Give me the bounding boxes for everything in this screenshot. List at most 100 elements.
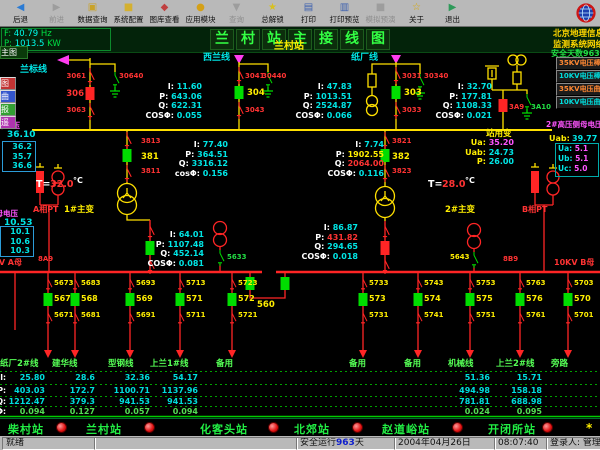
breaker-3a9[interactable]: [499, 99, 508, 112]
toolbar-button-label: 后退: [13, 14, 28, 25]
title-char: 接: [314, 29, 338, 50]
print-icon: ▤: [304, 2, 313, 14]
globe-logo-icon[interactable]: [576, 3, 596, 27]
breaker-567[interactable]: [44, 293, 53, 306]
toolbar-button-label: 总解锁: [261, 14, 284, 25]
station-button-0[interactable]: 柴村站: [8, 421, 44, 437]
title-char: 主: [288, 29, 312, 50]
station-status-light: [56, 422, 67, 433]
breaker-304[interactable]: [235, 86, 244, 99]
breaker-562[interactable]: [381, 241, 390, 255]
toolbar-button-simulate[interactable]: ■模拟预演: [364, 1, 397, 26]
status-date: 2004年04月26日: [394, 437, 496, 450]
breaker-574[interactable]: [414, 293, 423, 306]
toolbar-button-label: 应用模块: [186, 14, 216, 25]
library-icon: ◆: [161, 2, 169, 14]
right-panel-button-1[interactable]: 10KV电压棒图: [556, 70, 600, 83]
toolbar-button-library-view[interactable]: ◆图库查看: [148, 1, 181, 26]
stations-star: *: [586, 421, 592, 435]
toolbar-button-query[interactable]: ▼查询: [220, 1, 253, 26]
station-button-4[interactable]: 赵道峪站: [382, 421, 430, 437]
right-panel-button-0[interactable]: 35KV电压棒图: [556, 57, 600, 70]
breaker-306[interactable]: [86, 87, 95, 100]
breaker-560b[interactable]: [281, 277, 290, 290]
config-icon: ■: [124, 2, 133, 14]
breaker-561[interactable]: [146, 241, 155, 255]
right-panel-button-3[interactable]: 10KV电压曲线: [556, 96, 600, 109]
station-button-1[interactable]: 兰村站: [86, 421, 122, 437]
breaker-570[interactable]: [564, 293, 573, 306]
vendor-line1: 北京地理信息系统: [553, 29, 600, 40]
status-bar: 就绪 安全运行963天 2004年04月26日 08:07:40 登录人: 管理…: [0, 436, 600, 450]
toolbar-button-print-preview[interactable]: ▥打印预览: [328, 1, 361, 26]
toolbar-button-forward[interactable]: ▶前进: [40, 1, 73, 26]
breaker-569[interactable]: [126, 293, 135, 306]
station-status-light: [144, 422, 155, 433]
status-spacer: [94, 437, 298, 450]
station-status-light: [542, 422, 553, 433]
status-login: 登录人: 管理员: [546, 437, 600, 450]
status-time: 08:07:40: [494, 437, 548, 450]
breaker-576[interactable]: [516, 293, 525, 306]
modules-icon: ●: [196, 2, 205, 14]
toolbar-button-system-config[interactable]: ■系统配置: [112, 1, 145, 26]
station-nav-bar: 柴村站 兰村站 化客头站 北郊站 赵道峪站 开闭所站 *: [0, 418, 600, 437]
toolbar-button-label: 系统配置: [114, 14, 144, 25]
database-icon: ▣: [88, 2, 97, 14]
safe-run-days: 963: [336, 438, 355, 448]
unlock-icon: ★: [268, 2, 277, 14]
toolbar-button-label: 关于: [409, 14, 424, 25]
toolbar-button-label: 打印预览: [330, 14, 360, 25]
breaker-381[interactable]: [123, 149, 132, 162]
breaker-572[interactable]: [228, 293, 237, 306]
station-button-3[interactable]: 北郊站: [294, 421, 330, 437]
breaker-560a[interactable]: [246, 277, 255, 290]
toolbar-button-about[interactable]: ☆关于: [400, 1, 433, 26]
breaker-303[interactable]: [392, 86, 401, 99]
title-char: 村: [236, 29, 260, 50]
page-title: 兰村站主接线图: [210, 29, 390, 50]
simulate-icon: ■: [376, 2, 385, 14]
safe-run-suffix: 天: [355, 438, 364, 448]
toolbar-button-label: 模拟预演: [366, 14, 396, 25]
map-tab[interactable]: 主图: [0, 46, 28, 59]
toolbar-button-label: 查询: [229, 14, 244, 25]
title-char: 站: [262, 29, 286, 50]
vendor-banner: 北京地理信息系统 监测系统网络版: [553, 29, 600, 51]
toolbar-button-label: 前进: [49, 14, 64, 25]
toolbar-button-print[interactable]: ▤打印: [292, 1, 325, 26]
toolbar-button-app-modules[interactable]: ●应用模块: [184, 1, 217, 26]
left-nav-button-3[interactable]: 遥测: [0, 116, 16, 129]
title-char: 兰: [210, 29, 234, 50]
right-panel-button-2[interactable]: 35KV电压曲线: [556, 83, 600, 96]
toolbar-button-back[interactable]: ◀后退: [4, 1, 37, 26]
toolbar-button-unlock-all[interactable]: ★总解锁: [256, 1, 289, 26]
station-button-5[interactable]: 开闭所站: [488, 421, 536, 437]
toolbar-button-exit[interactable]: ▶退出: [436, 1, 469, 26]
left-nav-button-2[interactable]: 报表: [0, 103, 16, 116]
breaker-573[interactable]: [359, 293, 368, 306]
breaker-382[interactable]: [381, 149, 390, 162]
breaker-575[interactable]: [466, 293, 475, 306]
scada-screen: ◀后退▶前进▣数据查询■系统配置◆图库查看●应用模块▼查询★总解锁▤打印▥打印预…: [0, 0, 600, 450]
station-status-light: [352, 422, 363, 433]
vendor-line2: 监测系统网络版: [553, 40, 600, 51]
breaker-571[interactable]: [176, 293, 185, 306]
station-status-light: [268, 422, 279, 433]
query-icon: ▼: [233, 2, 241, 14]
left-nav-button-0[interactable]: 图形: [0, 77, 16, 90]
breaker-568[interactable]: [71, 293, 80, 306]
pt-a-symbol: [36, 171, 44, 193]
power-unit: KW: [47, 39, 61, 49]
lanbiao-arrow-icon: [57, 55, 69, 65]
about-icon: ☆: [412, 2, 421, 14]
toolbar-button-label: 图库查看: [150, 14, 180, 25]
back-icon: ◀: [17, 2, 25, 14]
left-nav-button-1[interactable]: 曲线: [0, 90, 16, 103]
freq-unit: Hz: [41, 29, 52, 39]
print-preview-icon: ▥: [340, 2, 349, 14]
station-button-2[interactable]: 化客头站: [200, 421, 248, 437]
status-ready: 就绪: [2, 437, 96, 450]
title-char: 图: [366, 29, 390, 50]
toolbar-button-data-query[interactable]: ▣数据查询: [76, 1, 109, 26]
